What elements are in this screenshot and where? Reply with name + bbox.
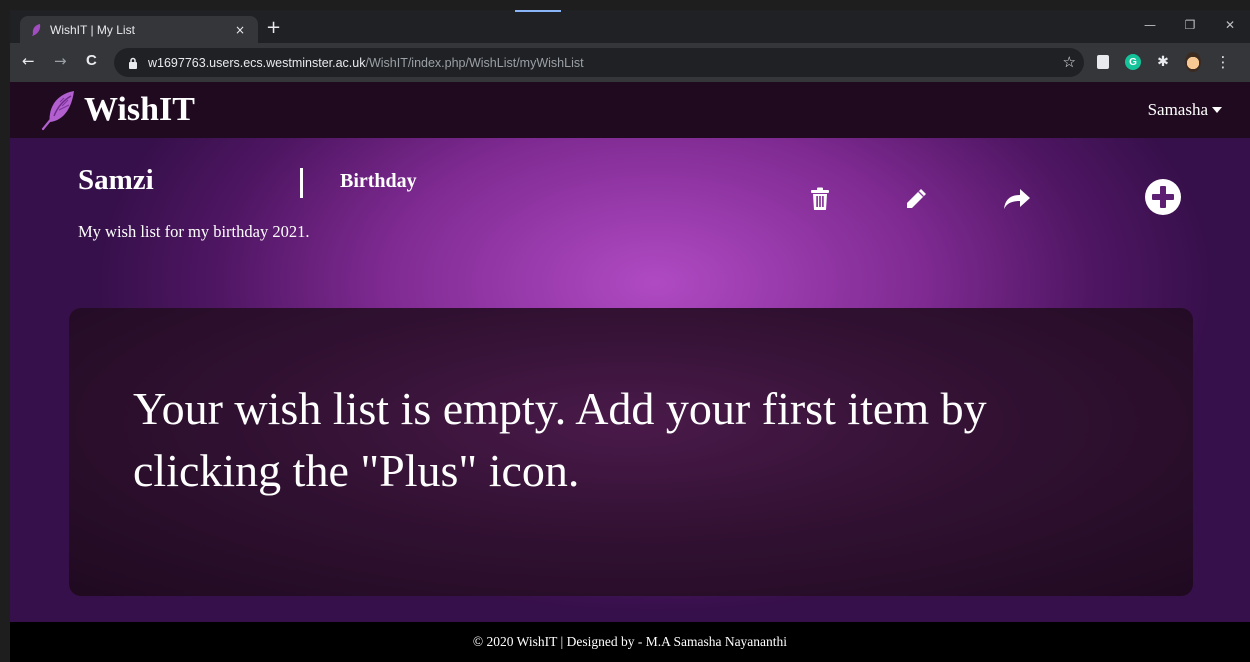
feather-logo-icon bbox=[38, 88, 82, 132]
address-toolbar: ← → C w1697763.users.ecs.westminster.ac.… bbox=[10, 43, 1250, 82]
user-menu-dropdown[interactable]: Samasha bbox=[1148, 100, 1222, 120]
loading-indicator bbox=[515, 10, 561, 12]
add-item-button[interactable] bbox=[1144, 178, 1182, 216]
share-arrow-icon bbox=[1004, 189, 1030, 209]
browser-tab[interactable]: WishIT | My List × bbox=[20, 16, 258, 43]
close-window-icon[interactable]: ✕ bbox=[1210, 10, 1250, 40]
browser-window: WishIT | My List × + — ❐ ✕ ← → C w169776… bbox=[10, 10, 1250, 662]
pencil-icon bbox=[907, 189, 926, 208]
minimize-icon[interactable]: — bbox=[1130, 10, 1170, 40]
profile-avatar-icon[interactable] bbox=[1185, 52, 1201, 72]
edit-list-button[interactable] bbox=[903, 186, 929, 212]
share-list-button[interactable] bbox=[1002, 186, 1032, 212]
wishlist-description: My wish list for my birthday 2021. bbox=[78, 222, 310, 241]
extension-bar: G ✱ ⋮ bbox=[1095, 51, 1231, 73]
url-host: w1697763.users.ecs.westminster.ac.uk bbox=[148, 55, 366, 70]
feather-favicon-icon bbox=[30, 23, 42, 37]
wishlist-occasion: Birthday bbox=[340, 170, 417, 192]
footer-text: © 2020 WishIT | Designed by - M.A Samash… bbox=[472, 634, 788, 649]
new-tab-button[interactable]: + bbox=[266, 17, 281, 38]
reload-icon[interactable]: C bbox=[86, 52, 97, 69]
logo-text: WishIT bbox=[84, 91, 195, 128]
lock-icon[interactable] bbox=[128, 57, 140, 69]
window-controls: — ❐ ✕ bbox=[1130, 10, 1250, 40]
tab-title: WishIT | My List bbox=[50, 22, 135, 37]
restore-icon[interactable]: ❐ bbox=[1170, 10, 1210, 40]
wishlist-title: Samzi bbox=[78, 164, 154, 196]
puzzle-extensions-icon[interactable]: ✱ bbox=[1155, 54, 1171, 70]
bookmark-star-icon[interactable]: ☆ bbox=[1063, 53, 1076, 71]
forward-arrow-icon[interactable]: → bbox=[54, 52, 67, 70]
tab-close-icon[interactable]: × bbox=[232, 23, 248, 37]
site-header: WishIT Samasha bbox=[10, 82, 1250, 138]
web-page: WishIT Samasha Samzi Birthday My wish li… bbox=[10, 82, 1250, 662]
plus-circle-icon bbox=[1145, 179, 1181, 215]
wishlist-section: Samzi Birthday My wish list for my birth… bbox=[10, 138, 1250, 622]
user-name: Samasha bbox=[1147, 100, 1208, 119]
url-path: /WishIT/index.php/WishList/myWishList bbox=[365, 55, 584, 70]
grammarly-extension-icon[interactable]: G bbox=[1125, 54, 1141, 70]
empty-list-panel: Your wish list is empty. Add your first … bbox=[69, 308, 1193, 596]
browser-menu-icon[interactable]: ⋮ bbox=[1215, 53, 1231, 71]
url-bar[interactable]: w1697763.users.ecs.westminster.ac.uk/Wis… bbox=[114, 48, 1084, 77]
site-footer: © 2020 WishIT | Designed by - M.A Samash… bbox=[10, 622, 1250, 662]
back-arrow-icon[interactable]: ← bbox=[22, 52, 35, 70]
document-extension-icon[interactable] bbox=[1095, 54, 1111, 70]
site-logo[interactable]: WishIT bbox=[38, 88, 195, 132]
empty-list-message: Your wish list is empty. Add your first … bbox=[133, 383, 987, 496]
trash-icon bbox=[811, 187, 829, 210]
title-divider bbox=[300, 168, 303, 198]
caret-down-icon bbox=[1212, 107, 1222, 113]
tab-strip: WishIT | My List × + — ❐ ✕ bbox=[10, 10, 1250, 43]
delete-list-button[interactable] bbox=[808, 185, 832, 213]
